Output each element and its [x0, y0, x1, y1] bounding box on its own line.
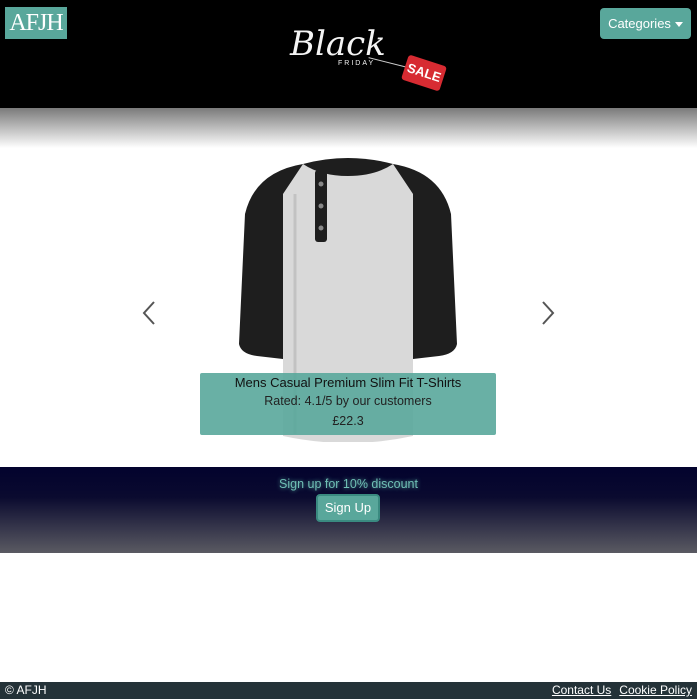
product-rating: Rated: 4.1/5 by our customers [264, 394, 432, 408]
button-1 [318, 181, 324, 187]
site-header: AFJH Black FRIDAY SALE Categories [0, 0, 697, 108]
black-friday-sale-banner: Black FRIDAY SALE [286, 18, 452, 94]
product-name: Mens Casual Premium Slim Fit T-Shirts [234, 375, 462, 390]
categories-dropdown-button[interactable]: Categories [600, 8, 691, 39]
product-caption[interactable]: Mens Casual Premium Slim Fit T-Shirts Ra… [200, 373, 496, 435]
signup-prompt: Sign up for 10% discount [279, 477, 418, 491]
promo-sale-tag: SALE [400, 54, 448, 92]
product-carousel: Mens Casual Premium Slim Fit T-Shirts Ra… [0, 148, 697, 448]
copyright-text: © AFJH [5, 683, 47, 697]
categories-label: Categories [608, 16, 671, 31]
chevron-left-icon[interactable] [140, 298, 160, 328]
footer-links: Contact Us Cookie Policy [544, 682, 692, 699]
signup-section: Sign up for 10% discount Sign Up [0, 467, 697, 553]
cookie-policy-link[interactable]: Cookie Policy [619, 683, 692, 697]
contact-us-link[interactable]: Contact Us [552, 683, 611, 697]
site-logo[interactable]: AFJH [5, 7, 67, 39]
button-2 [318, 203, 324, 209]
site-footer: © AFJH Contact Us Cookie Policy [0, 682, 697, 699]
chevron-right-icon[interactable] [537, 298, 557, 328]
signup-button[interactable]: Sign Up [316, 494, 380, 522]
header-shadow [0, 108, 697, 148]
promo-friday-text: FRIDAY [338, 60, 376, 67]
product-price: £22.3 [332, 414, 364, 428]
button-3 [318, 225, 324, 231]
caret-down-icon [674, 22, 683, 28]
